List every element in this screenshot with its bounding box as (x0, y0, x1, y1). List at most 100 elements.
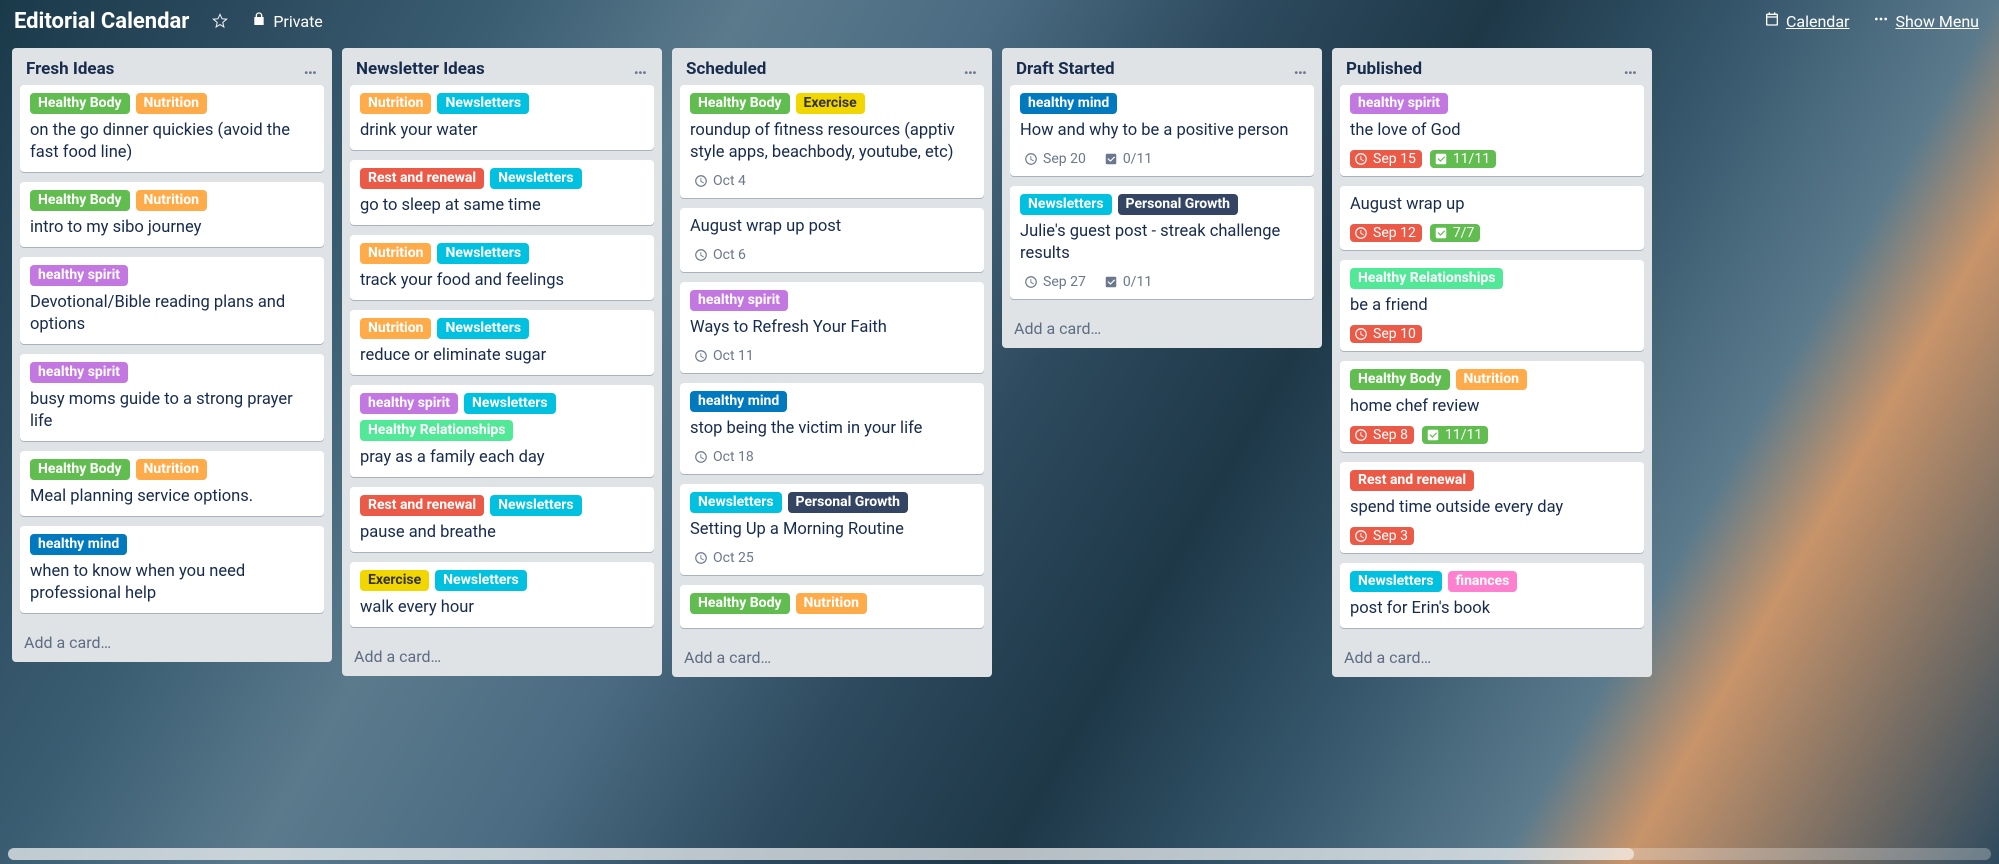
label[interactable]: Exercise (360, 570, 429, 591)
list-menu-icon[interactable]: … (1620, 58, 1642, 79)
list-cards[interactable]: NutritionNewslettersdrink your waterRest… (342, 85, 662, 639)
label[interactable]: healthy spirit (690, 290, 788, 311)
label[interactable]: Newsletters (437, 318, 529, 339)
label[interactable]: healthy spirit (1350, 93, 1448, 114)
card[interactable]: healthy mindstop being the victim in you… (680, 383, 984, 474)
label[interactable]: Nutrition (136, 190, 207, 211)
card[interactable]: Rest and renewalspend time outside every… (1340, 462, 1644, 553)
card[interactable]: healthy spirit Newsletters Healthy Relatio… (350, 385, 654, 477)
horizontal-scrollbar[interactable] (8, 848, 1991, 860)
label[interactable]: Healthy Body (690, 93, 790, 114)
card[interactable]: August wrap up postOct 6 (680, 208, 984, 272)
list-menu-icon[interactable]: … (300, 58, 322, 79)
card[interactable]: Healthy BodyNutritionhome chef reviewSep… (1340, 361, 1644, 452)
due-badge[interactable]: Sep 3 (1350, 527, 1414, 545)
label[interactable]: Nutrition (1456, 369, 1527, 390)
due-badge[interactable]: Oct 4 (690, 172, 752, 190)
label[interactable]: Newsletters (1020, 194, 1112, 215)
label[interactable]: finances (1448, 571, 1518, 592)
card[interactable]: Healthy BodyNutritionMeal planning servi… (20, 451, 324, 516)
card[interactable]: Healthy Relationshipsbe a friendSep 10 (1340, 260, 1644, 351)
add-card-button[interactable]: Add a card… (342, 639, 662, 676)
label[interactable]: Newsletters (464, 393, 556, 414)
label[interactable]: healthy mind (1020, 93, 1117, 114)
checklist-badge[interactable]: 7/7 (1430, 224, 1481, 242)
checklist-badge[interactable]: 0/11 (1100, 273, 1158, 291)
label[interactable]: Rest and renewal (360, 495, 484, 516)
due-badge[interactable]: Oct 25 (690, 549, 760, 567)
label[interactable]: Healthy Body (690, 593, 790, 614)
label[interactable]: healthy spirit (30, 265, 128, 286)
card[interactable]: Healthy BodyNutritionon the go dinner qu… (20, 85, 324, 172)
label[interactable]: Newsletters (437, 93, 529, 114)
label[interactable]: healthy spirit (30, 362, 128, 383)
scrollbar-thumb[interactable] (8, 848, 1634, 860)
add-card-button[interactable]: Add a card… (12, 625, 332, 662)
label[interactable]: Newsletters (1350, 571, 1442, 592)
list-cards[interactable]: Healthy BodyNutritionon the go dinner qu… (12, 85, 332, 625)
card[interactable]: healthy spiritDevotional/Bible reading p… (20, 257, 324, 344)
card[interactable]: healthy spiritthe love of GodSep 1511/11 (1340, 85, 1644, 176)
label[interactable]: Nutrition (136, 93, 207, 114)
card[interactable]: Healthy BodyNutrition (680, 585, 984, 628)
due-badge[interactable]: Sep 15 (1350, 150, 1422, 168)
due-badge[interactable]: Sep 12 (1350, 224, 1422, 242)
label[interactable]: Newsletters (690, 492, 782, 513)
card[interactable]: NutritionNewslettersreduce or eliminate … (350, 310, 654, 375)
list-header[interactable]: Published… (1332, 48, 1652, 85)
label[interactable]: Healthy Body (30, 190, 130, 211)
label[interactable]: healthy mind (30, 534, 127, 555)
list-header[interactable]: Draft Started… (1002, 48, 1322, 85)
label[interactable]: Exercise (796, 93, 865, 114)
list-header[interactable]: Newsletter Ideas… (342, 48, 662, 85)
card[interactable]: NutritionNewslettersdrink your water (350, 85, 654, 150)
label[interactable]: healthy spirit (360, 393, 458, 414)
calendar-link[interactable]: Calendar (1754, 6, 1859, 36)
card[interactable]: NutritionNewsletterstrack your food and … (350, 235, 654, 300)
label[interactable]: Newsletters (490, 168, 582, 189)
label[interactable]: Newsletters (437, 243, 529, 264)
label[interactable]: Rest and renewal (1350, 470, 1474, 491)
label[interactable]: Rest and renewal (360, 168, 484, 189)
board-canvas[interactable]: Fresh Ideas…Healthy BodyNutritionon the … (0, 44, 1999, 864)
card[interactable]: Newslettersfinancespost for Erin's book (1340, 563, 1644, 628)
label[interactable]: Healthy Body (1350, 369, 1450, 390)
card[interactable]: August wrap upSep 127/7 (1340, 186, 1644, 250)
add-card-button[interactable]: Add a card… (672, 640, 992, 677)
due-badge[interactable]: Sep 10 (1350, 325, 1422, 343)
card[interactable]: healthy mindHow and why to be a positive… (1010, 85, 1314, 176)
checklist-badge[interactable]: 0/11 (1100, 150, 1158, 168)
label[interactable]: Personal Growth (788, 492, 908, 513)
label[interactable]: Nutrition (360, 243, 431, 264)
label[interactable]: Nutrition (136, 459, 207, 480)
due-badge[interactable]: Sep 20 (1020, 150, 1092, 168)
label[interactable]: Newsletters (435, 570, 527, 591)
label[interactable]: Healthy Relationships (360, 420, 513, 441)
card[interactable]: healthy spiritbusy moms guide to a stron… (20, 354, 324, 441)
label[interactable]: Healthy Body (30, 93, 130, 114)
label[interactable]: Newsletters (490, 495, 582, 516)
card[interactable]: Healthy BodyNutritionintro to my sibo jo… (20, 182, 324, 247)
list-header[interactable]: Scheduled… (672, 48, 992, 85)
list-cards[interactable]: Healthy BodyExerciseroundup of fitness r… (672, 85, 992, 640)
list-cards[interactable]: healthy mindHow and why to be a positive… (1002, 85, 1322, 311)
due-badge[interactable]: Sep 8 (1350, 426, 1414, 444)
card[interactable]: Healthy BodyExerciseroundup of fitness r… (680, 85, 984, 198)
list-menu-icon[interactable]: … (960, 58, 982, 79)
card[interactable]: NewslettersPersonal GrowthJulie's guest … (1010, 186, 1314, 299)
card[interactable]: healthy spiritWays to Refresh Your Faith… (680, 282, 984, 373)
due-badge[interactable]: Oct 11 (690, 347, 760, 365)
list-menu-icon[interactable]: … (630, 58, 652, 79)
checklist-badge[interactable]: 11/11 (1430, 150, 1496, 168)
due-badge[interactable]: Oct 18 (690, 448, 760, 466)
star-icon[interactable] (203, 4, 237, 38)
card[interactable]: ExerciseNewsletterswalk every hour (350, 562, 654, 627)
card[interactable]: healthy mindwhen to know when you need p… (20, 526, 324, 613)
label[interactable]: Healthy Relationships (1350, 268, 1503, 289)
label[interactable]: Nutrition (360, 93, 431, 114)
card[interactable]: NewslettersPersonal GrowthSetting Up a M… (680, 484, 984, 575)
label[interactable]: Personal Growth (1118, 194, 1238, 215)
list-menu-icon[interactable]: … (1290, 58, 1312, 79)
list-header[interactable]: Fresh Ideas… (12, 48, 332, 85)
list-cards[interactable]: healthy spiritthe love of GodSep 1511/11… (1332, 85, 1652, 640)
